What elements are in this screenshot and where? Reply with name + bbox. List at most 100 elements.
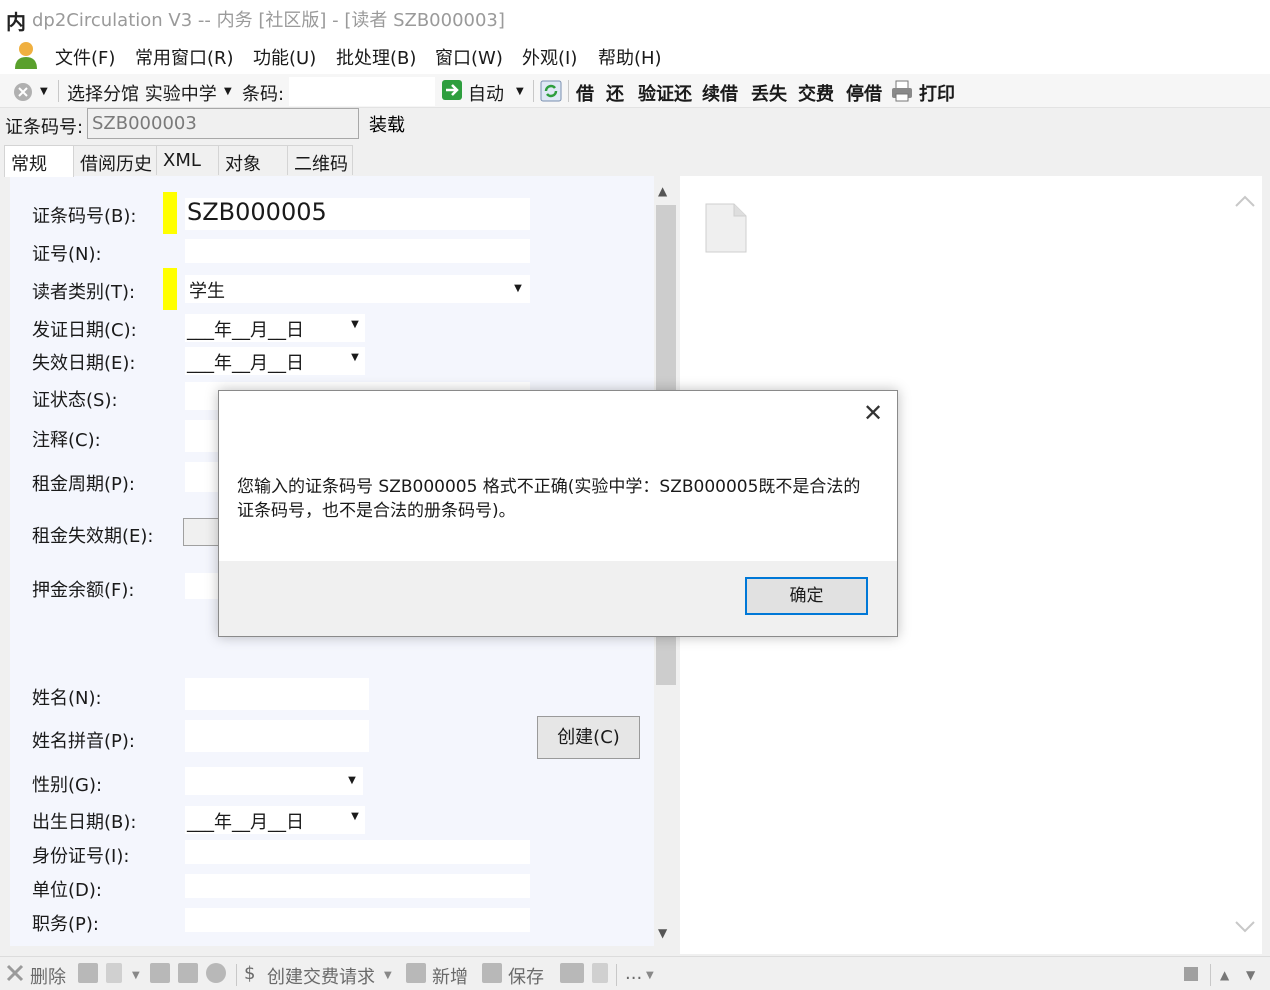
cardnumber-field-input[interactable] (185, 239, 530, 263)
chevron-down-icon[interactable]: ▼ (345, 314, 365, 342)
rent-expire-label: 租金失效期(E): (32, 526, 154, 547)
more-button[interactable]: ... (625, 963, 642, 984)
app-icon: 内 (6, 10, 26, 34)
idcard-input[interactable] (185, 840, 530, 864)
chevron-down-icon[interactable]: ▼ (646, 970, 654, 981)
page-icon[interactable] (106, 963, 122, 983)
tab-xml[interactable]: XML (156, 145, 219, 175)
name-pinyin-input[interactable] (185, 720, 369, 752)
save-icon[interactable] (482, 963, 502, 983)
verify-return-button[interactable]: 验证还 (638, 80, 692, 106)
suspend-button[interactable]: 停借 (846, 80, 882, 106)
camera-icon[interactable] (150, 963, 170, 983)
dialog-message-line: 证条码号，也不是合法的册条码号)。 (237, 501, 516, 521)
toolbar-separator (568, 80, 569, 102)
export-icon[interactable] (592, 963, 608, 983)
fingerprint-icon[interactable] (206, 963, 226, 983)
load-button[interactable]: 装载 (359, 108, 415, 139)
user-icon (15, 42, 37, 69)
chevron-down-icon[interactable]: ▼ (132, 970, 140, 981)
create-date-picker[interactable]: ___年__月__日 (185, 314, 365, 342)
mode-dropdown-icon[interactable]: ▼ (516, 86, 524, 97)
create-pinyin-button[interactable]: 创建(C) (537, 716, 640, 759)
tab-general[interactable]: 常规 (4, 145, 74, 177)
barcode-field-input[interactable]: SZB000005 (185, 198, 530, 230)
image-icon[interactable] (178, 963, 198, 983)
users-icon[interactable] (560, 963, 584, 983)
create-fee-request-button[interactable]: 创建交费请求 (267, 963, 375, 989)
save-button[interactable]: 保存 (508, 963, 544, 989)
stop-square-icon[interactable] (1184, 967, 1198, 981)
auto-arrow-icon (442, 80, 462, 100)
barcode-label: 条码: (242, 84, 285, 105)
stop-dropdown-icon[interactable]: ▼ (40, 86, 48, 97)
renew-button[interactable]: 续借 (702, 80, 738, 106)
name-input[interactable] (185, 678, 369, 710)
id-card-icon[interactable] (78, 963, 98, 983)
borrow-button[interactable]: 借 (576, 80, 594, 106)
close-icon[interactable]: ✕ (860, 400, 886, 426)
barcode-field-label: 证条码号(B): (32, 206, 137, 227)
chevron-down-icon[interactable] (1234, 920, 1256, 934)
toolbar-separator (533, 80, 534, 102)
preview-scrollbar[interactable] (1232, 178, 1260, 948)
chevron-up-icon[interactable]: ▲ (1220, 968, 1229, 982)
post-input[interactable] (185, 908, 530, 932)
ok-button[interactable]: 确定 (745, 577, 868, 615)
menu-common-windows[interactable]: 常用窗口(R) (135, 44, 234, 70)
delete-icon[interactable] (6, 964, 24, 982)
menu-window[interactable]: 窗口(W) (435, 44, 503, 70)
department-input[interactable] (185, 874, 530, 898)
idcard-label: 身份证号(I): (32, 846, 130, 867)
menu-batch[interactable]: 批处理(B) (336, 44, 416, 70)
card-barcode-input[interactable] (87, 108, 359, 139)
gender-select[interactable] (185, 767, 363, 795)
dollar-icon: $ (244, 963, 256, 984)
chevron-down-icon[interactable]: ▼ (507, 276, 529, 302)
chevron-down-icon[interactable]: ▼ (345, 806, 365, 834)
document-icon (705, 203, 747, 253)
rent-expire-picker[interactable] (183, 518, 223, 546)
tab-borrow-history[interactable]: 借阅历史 (73, 145, 157, 175)
tab-qrcode[interactable]: 二维码 (287, 145, 353, 175)
toolbar-separator (1210, 964, 1211, 986)
expire-date-picker[interactable]: ___年__月__日 (185, 347, 365, 375)
mode-selector[interactable]: 自动 (468, 80, 504, 106)
menu-help[interactable]: 帮助(H) (598, 44, 662, 70)
refresh-icon[interactable] (540, 80, 562, 102)
chevron-down-icon[interactable]: ▼ (341, 768, 363, 794)
pay-button[interactable]: 交费 (798, 80, 834, 106)
menu-functions[interactable]: 功能(U) (253, 44, 316, 70)
menu-file[interactable]: 文件(F) (55, 44, 115, 70)
chevron-up-icon[interactable]: ▲ (658, 184, 667, 198)
library-selector[interactable]: 选择分馆 实验中学 (67, 80, 217, 106)
lost-button[interactable]: 丢失 (751, 80, 787, 106)
menu-appearance[interactable]: 外观(I) (522, 44, 577, 70)
create-date-label: 发证日期(C): (32, 320, 137, 341)
chevron-down-icon[interactable]: ▼ (384, 970, 392, 981)
required-marker (163, 192, 177, 234)
tab-objects[interactable]: 对象 (218, 145, 288, 175)
chevron-up-icon[interactable] (1234, 194, 1256, 208)
new-button[interactable]: 新增 (432, 963, 468, 989)
chevron-down-icon[interactable]: ▼ (658, 926, 667, 940)
chevron-down-icon[interactable]: ▼ (1246, 968, 1255, 982)
birth-date-label: 出生日期(B): (32, 812, 137, 833)
gender-label: 性别(G): (32, 775, 103, 796)
delete-button[interactable]: 删除 (30, 963, 66, 989)
printer-icon[interactable] (890, 79, 914, 103)
return-button[interactable]: 还 (606, 80, 624, 106)
birth-date-picker[interactable]: ___年__月__日 (185, 806, 365, 834)
barcode-input[interactable] (289, 77, 435, 106)
print-button[interactable]: 打印 (919, 80, 955, 106)
name-label: 姓名(N): (32, 688, 102, 709)
comment-label: 注释(C): (32, 430, 101, 451)
stop-icon[interactable] (12, 81, 34, 103)
card-barcode-label: 证条码号: (5, 117, 84, 138)
toolbar-separator (236, 964, 237, 986)
chevron-down-icon[interactable]: ▼ (345, 347, 365, 375)
post-label: 职务(P): (32, 914, 99, 935)
add-record-icon[interactable] (406, 963, 426, 983)
library-dropdown-icon[interactable]: ▼ (224, 86, 232, 97)
reader-type-select[interactable]: 学生 (185, 275, 530, 303)
